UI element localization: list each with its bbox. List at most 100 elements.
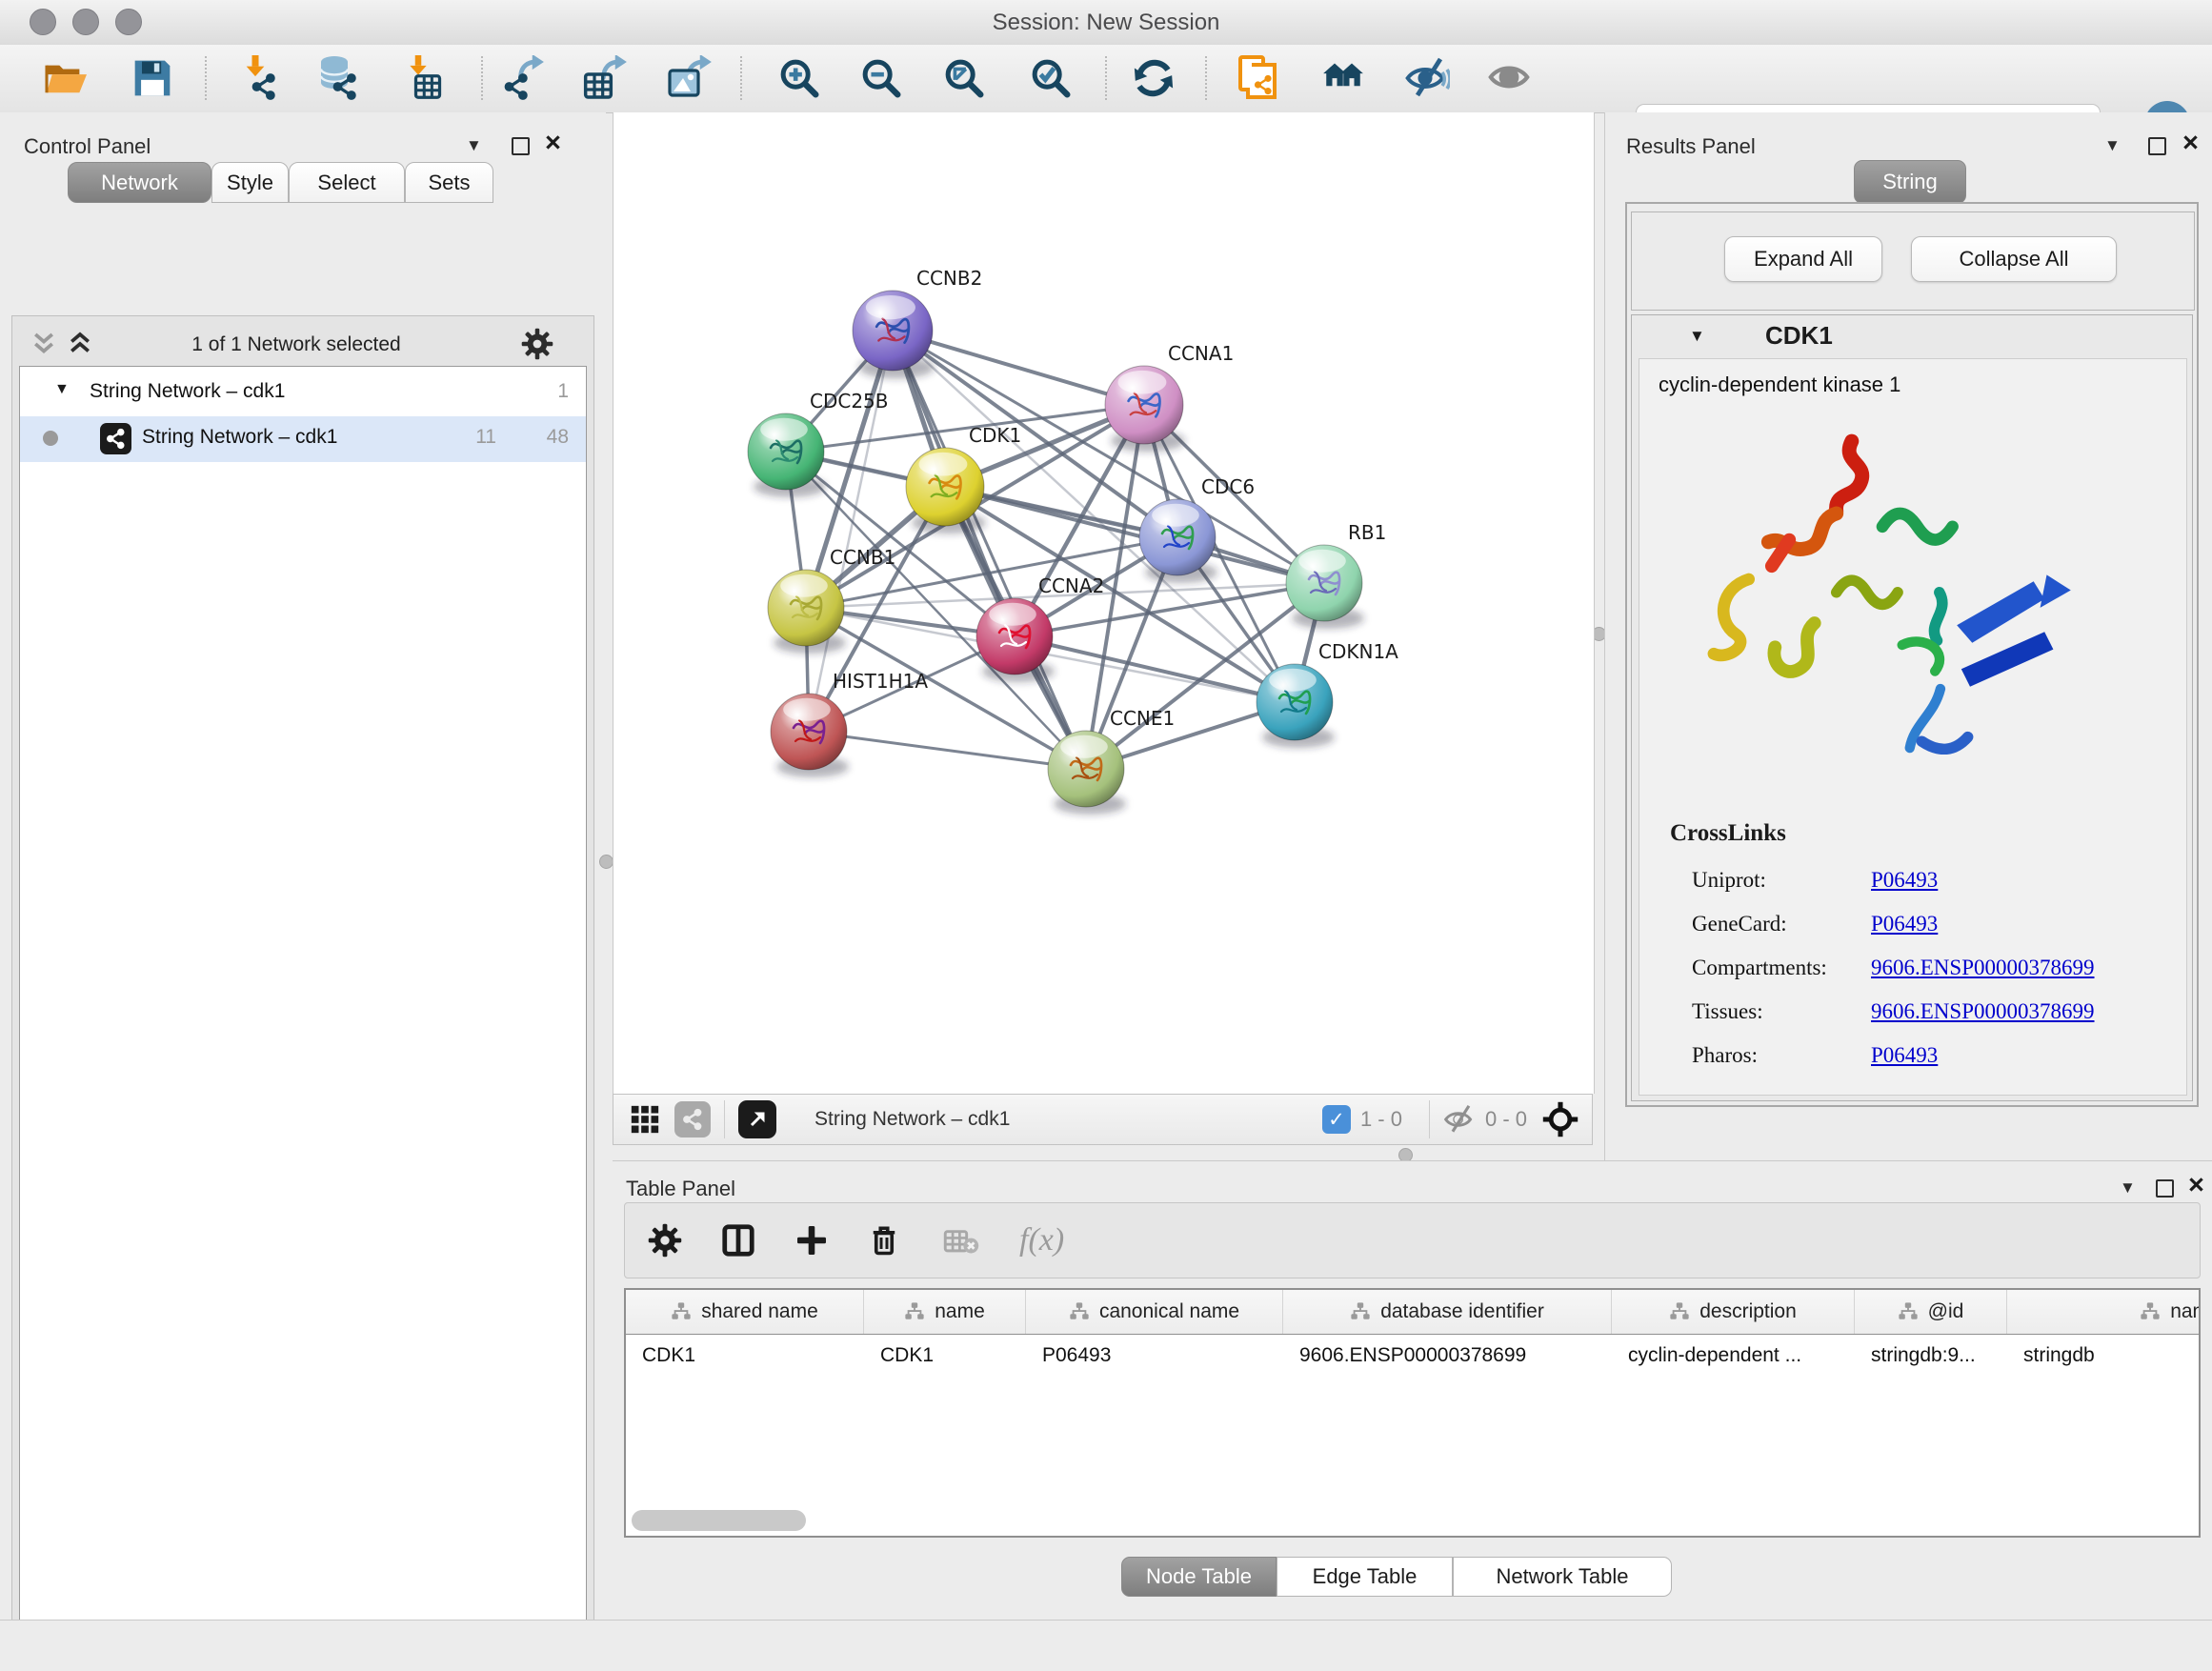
tab-network-table[interactable]: Network Table [1453, 1557, 1672, 1597]
column-header-shared-name[interactable]: shared name [626, 1290, 864, 1334]
network-tree-root-row[interactable]: ▼ String Network – cdk1 1 [20, 371, 586, 416]
column-header-description[interactable]: description [1612, 1290, 1855, 1334]
toolbar-separator [205, 56, 207, 100]
export-network-button[interactable] [500, 54, 550, 102]
network-node-CDC25B[interactable]: CDC25B [748, 390, 889, 497]
table-options-gear-icon[interactable] [648, 1223, 682, 1258]
network-view-title: String Network – cdk1 [814, 1108, 1010, 1131]
tab-style[interactable]: Style [211, 162, 289, 203]
section-collapse-triangle-icon[interactable]: ▼ [1689, 327, 1705, 346]
network-node-CCNB1[interactable]: CCNB1 [768, 546, 895, 654]
import-network-from-database-button[interactable] [313, 54, 363, 102]
tab-string[interactable]: String [1854, 160, 1966, 204]
open-session-button[interactable] [42, 54, 91, 102]
network-node-RB1[interactable]: RB1 [1286, 521, 1386, 629]
control-panel-menu-icon[interactable]: ▼ [466, 136, 482, 155]
table-row[interactable]: CDK1CDK1P064939606.ENSP00000378699cyclin… [626, 1335, 2199, 1367]
tab-select[interactable]: Select [289, 162, 405, 203]
control-panel-close-icon[interactable]: × [545, 133, 561, 152]
crosslinks-list: Uniprot: P06493 GeneCard: P06493 Compart… [1692, 858, 2168, 1077]
tab-network[interactable]: Network [68, 162, 211, 203]
network-options-gear-icon[interactable] [521, 328, 553, 360]
crosslink-row: Compartments: 9606.ENSP00000378699 [1692, 946, 2168, 990]
table-horizontal-scrollbar[interactable] [632, 1510, 806, 1531]
crosslink-genecard[interactable]: P06493 [1871, 912, 1938, 936]
column-header-@id[interactable]: @id [1855, 1290, 2007, 1334]
network-view-canvas[interactable]: CCNB2CCNA1CDC25BCDK1CDC6RB1CCNB1CCNA2CDK… [613, 112, 1595, 1094]
birdseye-grid-icon[interactable] [629, 1103, 661, 1136]
tab-sets[interactable]: Sets [405, 162, 493, 203]
network-node-CDC6[interactable]: CDC6 [1139, 475, 1255, 583]
control-panel-float-icon[interactable] [512, 137, 530, 155]
hide-selected-icon-button[interactable] [1402, 54, 1452, 102]
gene-name: CDK1 [1765, 321, 1833, 351]
title-bar: Session: New Session [0, 0, 2212, 46]
node-label-CDC6: CDC6 [1201, 475, 1255, 498]
column-header-namespace[interactable]: namespace [2007, 1290, 2201, 1334]
zoom-selected-button[interactable] [1026, 54, 1076, 102]
table-panel-float-icon[interactable] [2156, 1179, 2174, 1198]
node-label-CCNA1: CCNA1 [1168, 342, 1234, 365]
column-header-name[interactable]: name [864, 1290, 1026, 1334]
selected-nodes-checkbox-icon[interactable]: ✓ [1322, 1105, 1351, 1134]
status-bar: Memory [0, 1620, 2212, 1671]
results-panel-float-icon[interactable] [2148, 137, 2166, 155]
zoom-in-button[interactable] [774, 54, 824, 102]
zoom-fit-button[interactable] [939, 54, 989, 102]
home-networks-button[interactable] [1318, 54, 1368, 102]
function-builder-icon[interactable]: f(x) [1019, 1222, 1064, 1258]
column-header-database-identifier[interactable]: database identifier [1283, 1290, 1612, 1334]
open-in-window-icon[interactable] [738, 1100, 776, 1138]
delete-column-trash-icon[interactable] [867, 1223, 901, 1258]
table-cell[interactable]: CDK1 [626, 1335, 864, 1367]
network-node-CCNA1[interactable]: CCNA1 [1105, 342, 1234, 452]
crosslink-row: Uniprot: P06493 [1692, 858, 2168, 902]
network-node-CDK1[interactable]: CDK1 [906, 424, 1021, 534]
node-label-CCNB2: CCNB2 [916, 267, 982, 290]
export-image-button[interactable] [666, 54, 715, 102]
fit-content-crosshair-icon[interactable] [1542, 1101, 1579, 1137]
table-cell[interactable]: stringdb [2007, 1335, 2201, 1367]
zoom-out-button[interactable] [856, 54, 906, 102]
network-tree-child-row[interactable]: String Network – cdk1 11 48 [20, 416, 586, 462]
table-cell[interactable]: stringdb:9... [1855, 1335, 2007, 1367]
table-cell[interactable]: 9606.ENSP00000378699 [1283, 1335, 1612, 1367]
collapse-all-button[interactable]: Collapse All [1911, 236, 2117, 282]
crosslink-compartments[interactable]: 9606.ENSP00000378699 [1871, 956, 2095, 980]
results-panel-close-icon[interactable]: × [2182, 133, 2199, 152]
network-node-HIST1H1A[interactable]: HIST1H1A [771, 670, 928, 777]
save-session-button[interactable] [128, 54, 177, 102]
left-splitter-handle[interactable] [599, 855, 613, 869]
table-cell[interactable]: cyclin-dependent ... [1612, 1335, 1855, 1367]
show-all-icon-button[interactable] [1485, 54, 1535, 102]
tab-edge-table[interactable]: Edge Table [1277, 1557, 1453, 1597]
view-toolbar-separator [1429, 1100, 1430, 1138]
add-column-icon[interactable] [794, 1223, 829, 1258]
crosslink-uniprot[interactable]: P06493 [1871, 868, 1938, 893]
crosslink-tissues[interactable]: 9606.ENSP00000378699 [1871, 999, 2095, 1024]
column-header-canonical-name[interactable]: canonical name [1026, 1290, 1283, 1334]
table-cell[interactable]: P06493 [1026, 1335, 1283, 1367]
table-header-row: shared namenamecanonical namedatabase id… [626, 1290, 2199, 1335]
table-panel-menu-icon[interactable]: ▼ [2120, 1178, 2136, 1198]
copy-network-button[interactable] [1235, 54, 1284, 102]
tab-node-table[interactable]: Node Table [1121, 1557, 1277, 1597]
show-columns-icon[interactable] [720, 1222, 756, 1258]
column-type-icon [1069, 1301, 1090, 1322]
import-table-button[interactable] [398, 54, 448, 102]
results-panel-menu-icon[interactable]: ▼ [2104, 136, 2121, 155]
column-type-icon [2140, 1301, 2161, 1322]
network-node-CDKN1A[interactable]: CDKN1A [1257, 640, 1398, 748]
table-panel-close-icon[interactable]: × [2188, 1176, 2204, 1195]
network-share-icon[interactable] [674, 1101, 711, 1137]
import-network-button[interactable] [236, 54, 286, 102]
export-table-button[interactable] [581, 54, 631, 102]
hidden-eye-slash-icon[interactable] [1443, 1103, 1476, 1136]
expand-all-button[interactable]: Expand All [1724, 236, 1882, 282]
crosslink-pharos[interactable]: P06493 [1871, 1043, 1938, 1068]
delete-table-icon[interactable] [943, 1222, 979, 1258]
selected-counts: 1 - 0 [1360, 1107, 1402, 1132]
table-cell[interactable]: CDK1 [864, 1335, 1026, 1367]
refresh-layout-button[interactable] [1129, 54, 1178, 102]
network-node-CCNB2[interactable]: CCNB2 [853, 267, 982, 378]
